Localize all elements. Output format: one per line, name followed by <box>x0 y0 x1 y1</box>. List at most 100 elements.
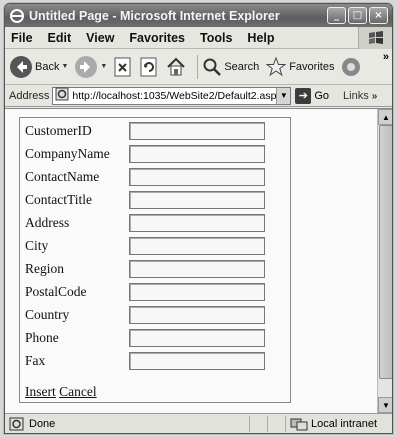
form-row-fax: Fax <box>25 350 287 372</box>
field-label: ContactTitle <box>25 192 93 207</box>
field-label: ContactName <box>25 169 100 184</box>
address-dropdown-icon[interactable]: ▼ <box>276 87 291 104</box>
title-bar: Untitled Page - Microsoft Internet Explo… <box>5 4 392 27</box>
status-left: Done <box>5 417 249 431</box>
refresh-button[interactable] <box>139 56 159 78</box>
region-input[interactable] <box>129 260 265 278</box>
field-label: PostalCode <box>25 284 87 299</box>
stop-button[interactable] <box>113 56 133 78</box>
field-label: CustomerID <box>25 123 92 138</box>
form-row-companyname: CompanyName <box>25 143 287 165</box>
links-more-chevron: » <box>371 90 378 102</box>
address-url: http://localhost:1035/WebSite2/Default2.… <box>72 89 282 102</box>
postalcode-input[interactable] <box>129 283 265 301</box>
cancel-link[interactable]: Cancel <box>59 384 96 399</box>
form-row-region: Region <box>25 258 287 280</box>
home-button[interactable] <box>165 56 187 78</box>
page-content: CustomerID CompanyName ContactName Conta… <box>5 108 392 416</box>
security-zone: Local intranet <box>285 415 392 432</box>
intranet-icon <box>290 418 308 430</box>
menu-view[interactable]: View <box>86 31 114 45</box>
scrollbar-thumb[interactable] <box>379 125 392 379</box>
scroll-up-icon[interactable]: ▲ <box>378 109 392 125</box>
contacttitle-input[interactable] <box>129 191 265 209</box>
window-title: Untitled Page - Microsoft Internet Explo… <box>29 8 280 23</box>
toolbar-separator <box>197 54 199 79</box>
search-icon <box>203 58 222 76</box>
back-dropdown-icon[interactable]: ▼ <box>61 63 68 70</box>
city-input[interactable] <box>129 237 265 255</box>
form-row-address: Address <box>25 212 287 234</box>
forward-arrow-icon <box>75 55 98 78</box>
field-label: CompanyName <box>25 146 110 161</box>
form-row-postalcode: PostalCode <box>25 281 287 303</box>
fax-input[interactable] <box>129 352 265 370</box>
status-text: Done <box>29 417 56 430</box>
favorites-button[interactable]: Favorites <box>265 56 334 78</box>
back-arrow-icon <box>10 55 32 78</box>
field-label: City <box>25 238 49 253</box>
forward-button[interactable]: ▼ <box>74 55 107 79</box>
back-label: Back <box>35 60 60 73</box>
favorites-label: Favorites <box>289 60 335 73</box>
field-label: Region <box>25 261 64 276</box>
refresh-icon <box>140 57 157 76</box>
field-label: Address <box>25 215 70 230</box>
form-row-customerid: CustomerID <box>25 120 287 142</box>
form-actions: Insert Cancel <box>25 384 97 400</box>
field-label: Phone <box>25 330 59 345</box>
toolbar: Back ▼ ▼ Search Favorites » <box>5 49 392 85</box>
maximize-button[interactable]: □ <box>348 7 367 24</box>
field-label: Country <box>25 307 70 322</box>
insert-link[interactable]: Insert <box>25 384 56 399</box>
go-label: Go <box>314 89 330 102</box>
scroll-down-icon[interactable]: ▼ <box>378 397 392 413</box>
form-row-contacttitle: ContactTitle <box>25 189 287 211</box>
search-button[interactable]: Search <box>202 57 259 77</box>
page-icon <box>55 87 69 104</box>
address-field-input[interactable] <box>129 214 265 232</box>
country-input[interactable] <box>129 306 265 324</box>
go-arrow-icon: ➔ <box>295 87 312 104</box>
vertical-scrollbar[interactable]: ▲ ▼ <box>377 109 392 416</box>
media-icon <box>342 57 361 76</box>
companyname-input[interactable] <box>129 145 265 163</box>
windows-flag-icon <box>358 27 392 49</box>
menu-bar: File Edit View Favorites Tools Help <box>5 27 392 49</box>
back-button[interactable]: Back ▼ <box>9 55 68 79</box>
toolbar-more-chevron[interactable]: » <box>383 51 389 63</box>
menu-edit[interactable]: Edit <box>48 31 72 45</box>
contactname-input[interactable] <box>129 168 265 186</box>
status-cell <box>249 415 267 432</box>
browser-window: Untitled Page - Microsoft Internet Explo… <box>4 3 393 434</box>
links-button[interactable]: Links» <box>343 90 377 102</box>
ie-logo-icon <box>9 8 25 24</box>
customer-insert-form: CustomerID CompanyName ContactName Conta… <box>19 117 291 403</box>
media-button[interactable] <box>340 56 362 78</box>
stop-icon <box>114 57 131 76</box>
address-label: Address <box>9 89 50 102</box>
star-icon <box>265 56 287 76</box>
zone-text: Local intranet <box>311 417 378 430</box>
close-button[interactable]: × <box>369 7 388 24</box>
phone-input[interactable] <box>129 329 265 347</box>
form-row-phone: Phone <box>25 327 287 349</box>
status-bar: Done Local intranet <box>5 413 392 433</box>
menu-tools[interactable]: Tools <box>200 31 232 45</box>
customerid-input[interactable] <box>129 122 265 140</box>
go-button[interactable]: ➔ Go <box>295 87 330 104</box>
field-label: Fax <box>25 353 46 368</box>
forward-dropdown-icon[interactable]: ▼ <box>100 63 107 70</box>
search-label: Search <box>224 60 260 73</box>
page-done-icon <box>9 417 24 430</box>
status-cell <box>267 415 285 432</box>
address-input[interactable]: http://localhost:1035/WebSite2/Default2.… <box>52 86 292 105</box>
menu-file[interactable]: File <box>11 31 33 45</box>
minimize-button[interactable]: _ <box>327 7 346 24</box>
address-bar: Address http://localhost:1035/WebSite2/D… <box>5 85 392 107</box>
menu-help[interactable]: Help <box>247 31 274 45</box>
links-label: Links <box>343 89 369 102</box>
home-icon <box>167 57 186 75</box>
menu-favorites[interactable]: Favorites <box>129 31 185 45</box>
form-row-country: Country <box>25 304 287 326</box>
